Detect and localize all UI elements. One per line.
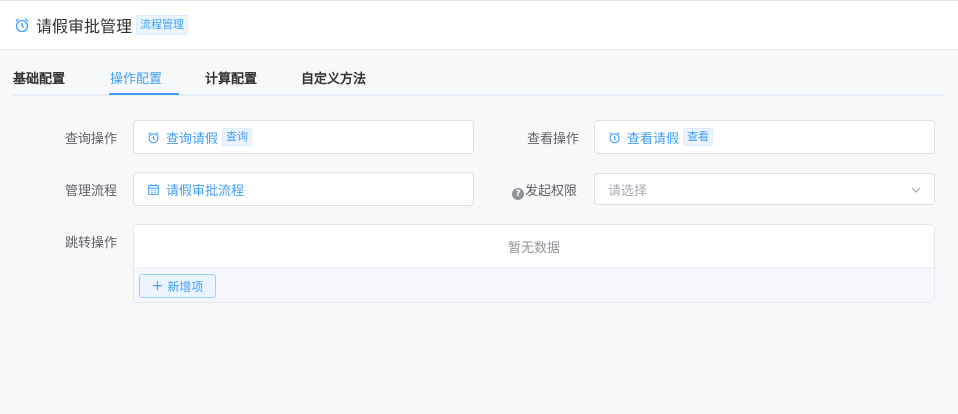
tab-custom-methods[interactable]: 自定义方法 (301, 68, 366, 87)
question-circle-icon[interactable]: ? (512, 188, 524, 200)
tab-calculation-config[interactable]: 计算配置 (205, 68, 257, 87)
jump-op-table: 暂无数据 + 新增项 (133, 224, 935, 303)
select-placeholder: 请选择 (608, 183, 648, 199)
view-op-tag: 查看 (683, 128, 714, 146)
tab-operation-config[interactable]: 操作配置 (110, 68, 162, 87)
manage-flow-label: 管理流程 (65, 184, 118, 199)
initiate-permission-label: ? 发起权限 (512, 180, 577, 200)
add-item-label: 新增项 (167, 279, 204, 294)
plus-icon: + (151, 278, 164, 294)
jump-op-label: 跳转操作 (65, 236, 118, 251)
add-item-button[interactable]: + 新增项 (139, 274, 216, 298)
manage-flow-value[interactable]: 请假审批流程 (166, 180, 244, 199)
process-management-badge[interactable]: 流程管理 (136, 15, 189, 35)
calendar-flow-icon (148, 183, 159, 195)
alarm-clock-icon (148, 131, 159, 143)
alarm-clock-icon (609, 131, 620, 143)
alarm-clock-icon (15, 18, 29, 33)
initiate-permission-select[interactable]: 请选择 (594, 173, 935, 205)
config-tabs: 基础配置 操作配置 计算配置 自定义方法 (13, 60, 945, 96)
query-op-label: 查询操作 (65, 132, 118, 147)
view-op-field[interactable]: 查看请假 查看 (594, 120, 935, 154)
query-op-value[interactable]: 查询请假 (166, 128, 218, 147)
view-op-label: 查看操作 (527, 132, 580, 147)
initiate-permission-text: 发起权限 (525, 184, 578, 199)
page-header: 请假审批管理 流程管理 (0, 0, 958, 50)
active-tab-indicator (109, 93, 179, 95)
query-op-tag: 查询 (222, 128, 253, 146)
query-op-field[interactable]: 查询请假 查询 (133, 120, 474, 154)
chevron-down-icon (911, 187, 921, 193)
view-op-value[interactable]: 查看请假 (627, 128, 679, 147)
page-title: 请假审批管理 (36, 17, 133, 36)
empty-data-text: 暂无数据 (134, 225, 934, 268)
manage-flow-field[interactable]: 请假审批流程 (133, 172, 474, 206)
tab-basic-config[interactable]: 基础配置 (13, 68, 65, 87)
